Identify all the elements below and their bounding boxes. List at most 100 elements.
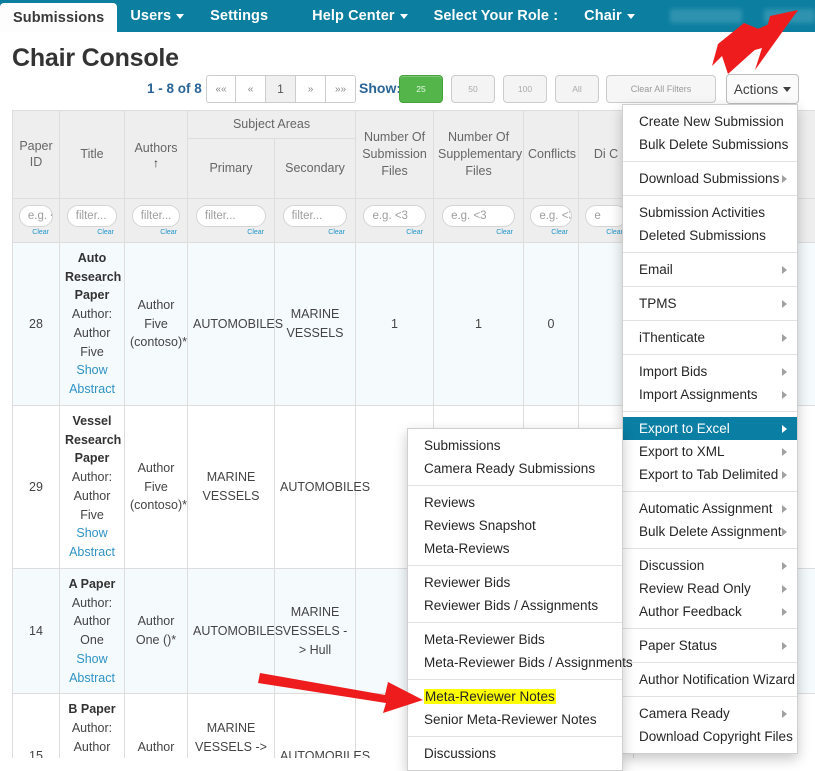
show-abstract-link[interactable]: Show Abstract <box>65 524 119 562</box>
menu-item-bulk-delete-submissions[interactable]: Bulk Delete Submissions <box>623 133 797 156</box>
col-label: Title <box>80 147 103 161</box>
submenu-item-reviews[interactable]: Reviews <box>408 491 622 514</box>
nav-item-role-chair[interactable]: Chair <box>571 0 648 32</box>
col-primary[interactable]: Primary <box>188 138 275 198</box>
cell-paper-id[interactable]: 14 <box>13 568 60 694</box>
col-authors[interactable]: Authors ↑ <box>125 111 188 199</box>
chevron-right-icon <box>782 585 787 593</box>
pager-next[interactable]: » <box>296 75 326 103</box>
menu-item-label: Export to Excel <box>639 421 730 436</box>
pager-first[interactable]: «« <box>206 75 236 103</box>
menu-item-label: Paper Status <box>639 638 717 653</box>
menu-item-submission-activities[interactable]: Submission Activities <box>623 201 797 224</box>
filter-input-conflicts[interactable]: e.g. <3 <box>530 205 571 227</box>
filter-clear-conflicts[interactable]: Clear <box>528 229 574 236</box>
nav-item-settings[interactable]: Settings <box>197 0 281 32</box>
menu-item-discussion[interactable]: Discussion <box>623 554 797 577</box>
cell-paper-id[interactable]: 29 <box>13 405 60 568</box>
pager-last[interactable]: »» <box>326 75 356 103</box>
filter-input-secondary[interactable]: filter... <box>283 205 348 227</box>
menu-item-export-to-tab-delimited[interactable]: Export to Tab Delimited <box>623 463 797 486</box>
page-size-25[interactable]: 25 <box>399 75 443 103</box>
menu-item-download-submissions[interactable]: Download Submissions <box>623 167 797 190</box>
cell-paper-id[interactable]: 28 <box>13 242 60 405</box>
show-abstract-link[interactable]: Show Abstract <box>65 650 119 688</box>
filter-input-primary[interactable]: filter... <box>196 205 266 227</box>
submenu-item-reviewer-bids-assignments[interactable]: Reviewer Bids / Assignments <box>408 594 622 617</box>
menu-item-automatic-assignment[interactable]: Automatic Assignment <box>623 497 797 520</box>
filter-input-number-of-submission-files[interactable]: e.g. <3 <box>363 205 425 227</box>
page-size-50[interactable]: 50 <box>451 75 495 103</box>
menu-item-ithenticate[interactable]: iThenticate <box>623 326 797 349</box>
submenu-item-reviews-snapshot[interactable]: Reviews Snapshot <box>408 514 622 537</box>
col-number-of-supplementary-files[interactable]: Number Of Supplementary Files <box>434 111 524 199</box>
filter-clear-authors[interactable]: Clear <box>129 229 183 236</box>
paper-title[interactable]: Vessel Research Paper <box>65 412 119 468</box>
cell-conflicts[interactable]: 0 <box>524 242 579 405</box>
col-conflicts[interactable]: Conflicts <box>524 111 579 199</box>
filter-clear-paper-id[interactable]: Clear <box>17 229 55 236</box>
pager-prev[interactable]: « <box>236 75 266 103</box>
actions-button[interactable]: Actions <box>726 74 799 104</box>
cell-number-of-submission-files[interactable]: 1 <box>356 242 434 405</box>
menu-item-paper-status[interactable]: Paper Status <box>623 634 797 657</box>
menu-item-download-copyright-files[interactable]: Download Copyright Files <box>623 725 797 748</box>
cell-paper-id[interactable]: 15 <box>13 694 60 758</box>
col-number-of-submission-files[interactable]: Number Of Submission Files <box>356 111 434 199</box>
filter-input-title[interactable]: filter... <box>67 205 117 227</box>
menu-item-review-read-only[interactable]: Review Read Only <box>623 577 797 600</box>
submenu-item-meta-reviewer-bids-assignments[interactable]: Meta-Reviewer Bids / Assignments <box>408 651 622 674</box>
submenu-item-meta-reviewer-bids[interactable]: Meta-Reviewer Bids <box>408 628 622 651</box>
submenu-item-meta-reviewer-notes[interactable]: Meta-Reviewer Notes <box>408 685 622 708</box>
pager-page-1[interactable]: 1 <box>266 75 296 103</box>
menu-item-import-bids[interactable]: Import Bids <box>623 360 797 383</box>
page-size-100[interactable]: 100 <box>503 75 547 103</box>
submenu-item-meta-reviews[interactable]: Meta-Reviews <box>408 537 622 560</box>
cell-number-of-supplementary-files[interactable]: 1 <box>434 242 524 405</box>
menu-item-import-assignments[interactable]: Import Assignments <box>623 383 797 406</box>
chevron-right-icon <box>782 334 787 342</box>
menu-item-camera-ready[interactable]: Camera Ready <box>623 702 797 725</box>
paper-title[interactable]: A Paper <box>65 575 119 594</box>
pagination[interactable]: «« « 1 » »» <box>206 75 356 103</box>
menu-item-label: Author Feedback <box>639 604 742 619</box>
submenu-item-camera-ready-submissions[interactable]: Camera Ready Submissions <box>408 457 622 480</box>
page-size-all[interactable]: All <box>555 75 599 103</box>
submenu-item-submissions[interactable]: Submissions <box>408 434 622 457</box>
menu-item-author-notification-wizard[interactable]: Author Notification Wizard <box>623 668 797 691</box>
menu-item-tpms[interactable]: TPMS <box>623 292 797 315</box>
menu-item-email[interactable]: Email <box>623 258 797 281</box>
col-secondary[interactable]: Secondary <box>275 138 356 198</box>
submenu-item-discussions[interactable]: Discussions <box>408 742 622 765</box>
submenu-item-reviewer-bids[interactable]: Reviewer Bids <box>408 571 622 594</box>
filter-clear-number-of-supplementary-files[interactable]: Clear <box>438 229 519 236</box>
menu-item-export-to-xml[interactable]: Export to XML <box>623 440 797 463</box>
clear-all-filters-button[interactable]: Clear All Filters <box>606 75 716 103</box>
filter-input-paper-id[interactable]: e.g. <3 <box>19 205 53 227</box>
cell-authors: Author Five (contoso)* <box>125 405 188 568</box>
menu-item-bulk-delete-assignment[interactable]: Bulk Delete Assignment <box>623 520 797 543</box>
filter-clear-secondary[interactable]: Clear <box>279 229 351 236</box>
filter-input-number-of-supplementary-files[interactable]: e.g. <3 <box>442 205 515 227</box>
col-title[interactable]: Title <box>60 111 125 199</box>
filter-input-authors[interactable]: filter... <box>132 205 181 227</box>
menu-item-create-new-submission[interactable]: Create New Submission <box>623 110 797 133</box>
menu-item-author-feedback[interactable]: Author Feedback <box>623 600 797 623</box>
menu-divider <box>623 628 797 629</box>
filter-clear-number-of-submission-files[interactable]: Clear <box>360 229 429 236</box>
col-paper-id[interactable]: Paper ID <box>13 111 60 199</box>
page-size-group[interactable]: 25 50 100 All <box>399 75 599 103</box>
nav-item-help-center[interactable]: Help Center <box>299 0 420 32</box>
filter-input-discussion-comments[interactable]: e <box>585 205 626 227</box>
submenu-item-senior-meta-reviewer-notes[interactable]: Senior Meta-Reviewer Notes <box>408 708 622 731</box>
menu-item-export-to-excel[interactable]: Export to Excel <box>623 417 797 440</box>
paper-title[interactable]: B Paper <box>65 700 119 719</box>
paper-title[interactable]: Auto Research Paper <box>65 249 119 305</box>
filter-clear-primary[interactable]: Clear <box>192 229 270 236</box>
menu-item-deleted-submissions[interactable]: Deleted Submissions <box>623 224 797 247</box>
nav-item-users[interactable]: Users <box>117 0 197 32</box>
filter-clear-title[interactable]: Clear <box>64 229 120 236</box>
chevron-right-icon <box>782 425 787 433</box>
show-abstract-link[interactable]: Show Abstract <box>65 361 119 399</box>
nav-item-submissions[interactable]: Submissions <box>0 3 117 32</box>
